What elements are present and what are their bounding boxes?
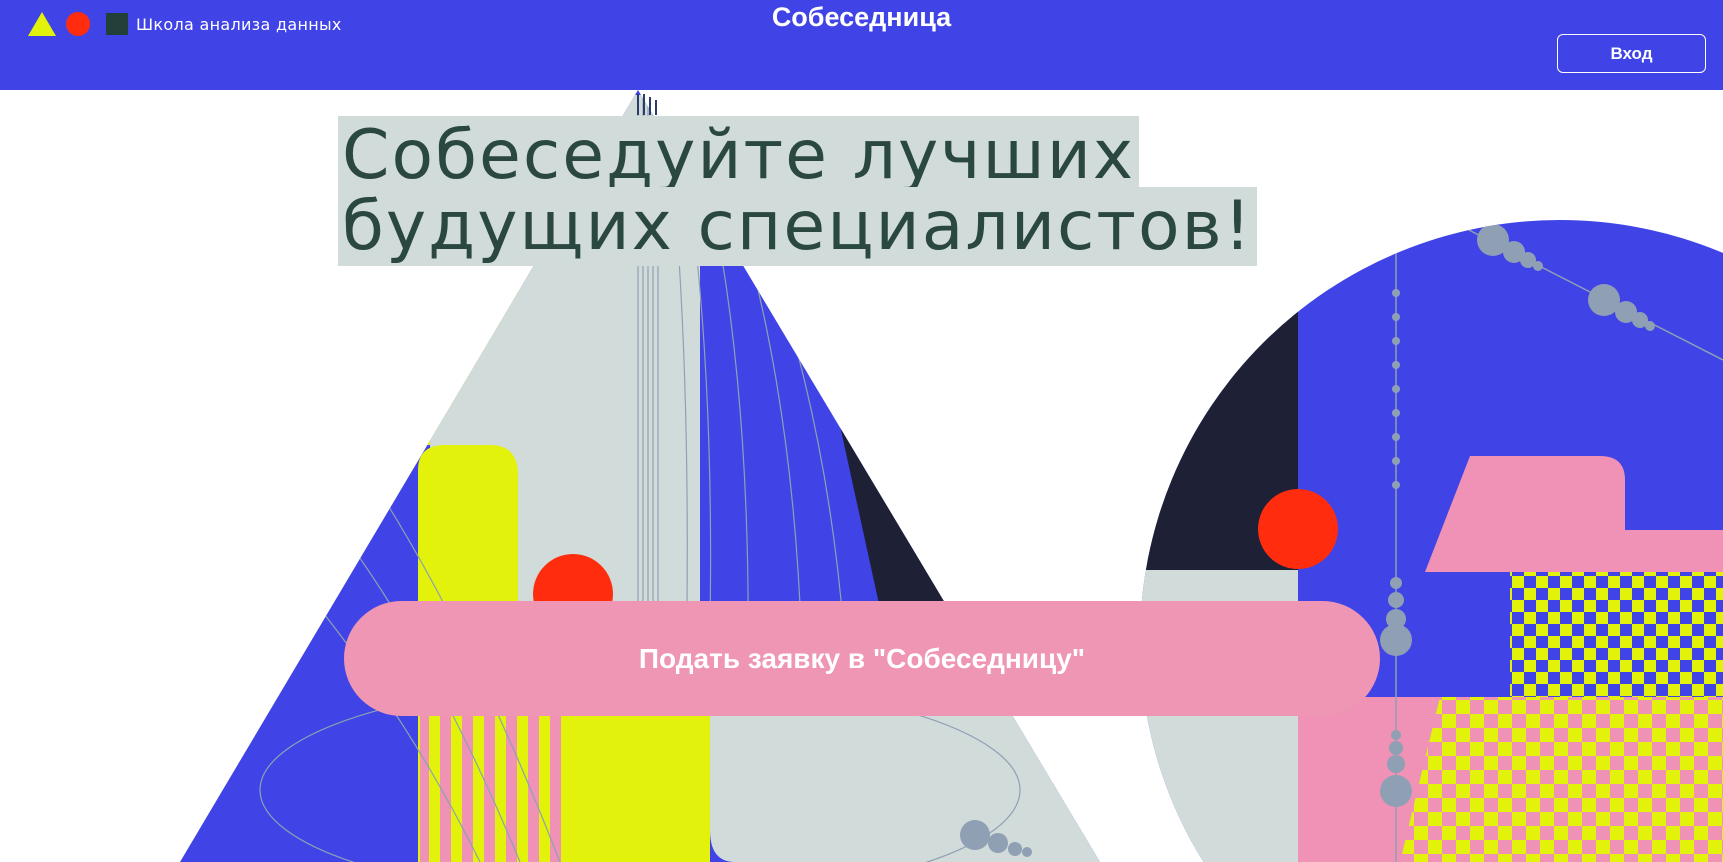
site-title: Собеседница (771, 2, 952, 32)
headline-line-1: Собеседуйте лучших (338, 116, 1140, 195)
apply-button[interactable]: Подать заявку в "Собеседницу" (344, 601, 1380, 716)
page: Школа анализа данных Собеседница Вход Со… (0, 0, 1723, 862)
top-header: Школа анализа данных Собеседница Вход (0, 0, 1723, 90)
headline-line-2: будущих специалистов! (338, 187, 1257, 266)
login-button[interactable]: Вход (1557, 34, 1706, 73)
hero-headline: Собеседуйте лучших будущих специалистов! (338, 116, 1257, 266)
